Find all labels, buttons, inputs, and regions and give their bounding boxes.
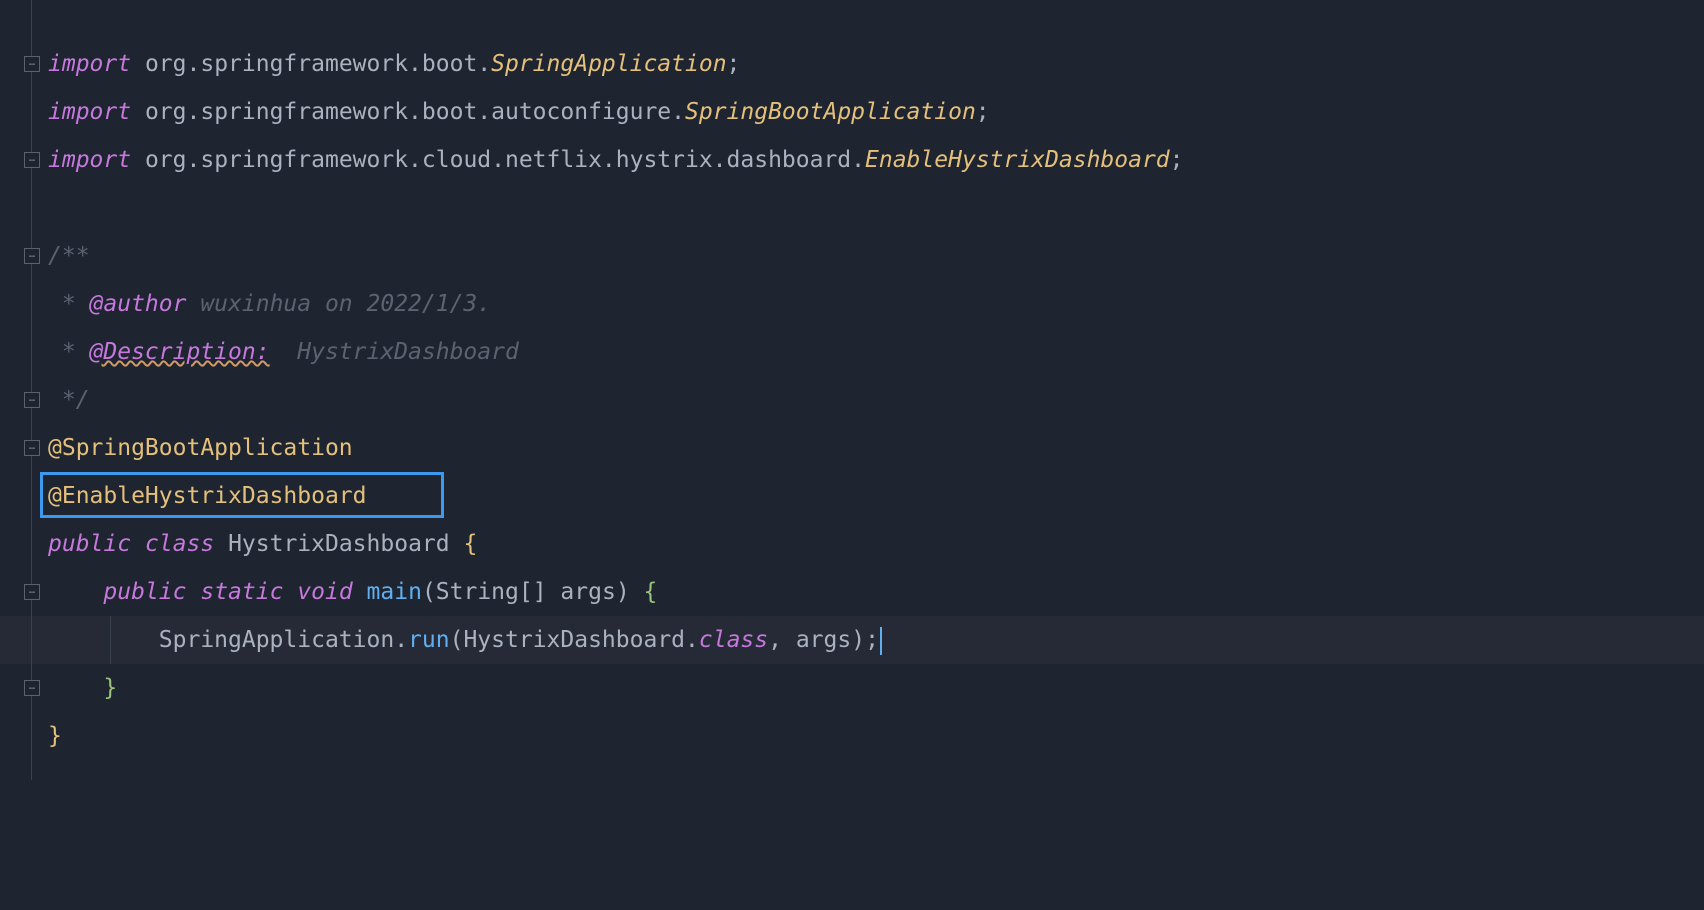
argument: args [782, 627, 851, 653]
doc-desc-text: HystrixDashboard [270, 339, 519, 365]
code-line[interactable]: @EnableHystrixDashboard [48, 472, 1704, 520]
brace-close: } [48, 723, 62, 749]
brace-open: { [644, 579, 658, 605]
keyword-void: void [297, 579, 352, 605]
doc-comment-open: /** [48, 243, 90, 269]
semicolon: ; [865, 627, 879, 653]
code-line[interactable]: /** [48, 232, 1704, 280]
doc-comment-close: */ [48, 387, 90, 413]
code-line[interactable]: public class HystrixDashboard { [48, 520, 1704, 568]
code-line[interactable]: @SpringBootApplication [48, 424, 1704, 472]
doc-author-text: wuxinhua on 2022/1/3. [186, 291, 491, 317]
blank-line[interactable] [48, 184, 1704, 232]
text-cursor [880, 627, 882, 655]
doc-tag-author: @author [90, 291, 187, 317]
comma: , [768, 627, 782, 653]
indent [48, 675, 103, 701]
code-line[interactable]: * @Description: HystrixDashboard [48, 328, 1704, 376]
code-line[interactable]: SpringApplication.run(HystrixDashboard.c… [48, 616, 1704, 664]
code-line[interactable]: } [48, 712, 1704, 760]
paren-close: ) [616, 579, 630, 605]
code-line[interactable]: } [48, 664, 1704, 712]
code-editor[interactable]: − − − − − − − import org.springframework… [0, 0, 1704, 760]
class-reference: SpringApplication [159, 627, 394, 653]
annotation-enablehystrix: @EnableHystrixDashboard [48, 483, 367, 509]
keyword-class: class [145, 531, 214, 557]
class-reference: HystrixDashboard [463, 627, 685, 653]
keyword-static: static [200, 579, 283, 605]
semicolon: ; [1170, 147, 1184, 173]
paren-close: ) [851, 627, 865, 653]
annotation-springboot: @SpringBootApplication [48, 435, 353, 461]
package-path: org.springframework.boot. [145, 51, 491, 77]
dot: . [394, 627, 408, 653]
code-line[interactable]: import org.springframework.boot.autoconf… [48, 88, 1704, 136]
code-line[interactable]: * @author wuxinhua on 2022/1/3. [48, 280, 1704, 328]
fold-minus-icon[interactable]: − [24, 584, 40, 600]
keyword-class: class [699, 627, 768, 653]
dot: . [685, 627, 699, 653]
fold-minus-icon[interactable]: − [24, 152, 40, 168]
keyword-import: import [48, 99, 131, 125]
class-reference: SpringApplication [491, 51, 726, 77]
code-line[interactable]: import org.springframework.cloud.netflix… [48, 136, 1704, 184]
fold-minus-icon[interactable]: − [24, 680, 40, 696]
keyword-import: import [48, 51, 131, 77]
paren-open: ( [450, 627, 464, 653]
package-path: org.springframework.boot.autoconfigure. [145, 99, 685, 125]
code-line[interactable]: public static void main(String[] args) { [48, 568, 1704, 616]
fold-minus-icon[interactable]: − [24, 56, 40, 72]
brace-close: } [103, 675, 117, 701]
code-line[interactable]: import org.springframework.boot.SpringAp… [48, 40, 1704, 88]
fold-minus-icon[interactable]: − [24, 440, 40, 456]
indent [48, 579, 103, 605]
doc-prefix: * [48, 339, 90, 365]
doc-tag-description: @Description: [90, 339, 270, 365]
method-name: main [367, 579, 422, 605]
semicolon: ; [976, 99, 990, 125]
indent-guide [110, 616, 111, 664]
class-reference: EnableHystrixDashboard [865, 147, 1170, 173]
fold-minus-icon[interactable]: − [24, 248, 40, 264]
semicolon: ; [727, 51, 741, 77]
keyword-import: import [48, 147, 131, 173]
doc-prefix: * [48, 291, 90, 317]
brace-open: { [463, 531, 477, 557]
package-path: org.springframework.cloud.netflix.hystri… [145, 147, 865, 173]
fold-minus-icon[interactable]: − [24, 392, 40, 408]
indent [48, 627, 159, 653]
paren-open: ( [422, 579, 436, 605]
param-type: String[] [436, 579, 547, 605]
keyword-public: public [103, 579, 186, 605]
class-name: HystrixDashboard [228, 531, 450, 557]
fold-gutter: − − − − − − − [0, 40, 44, 800]
keyword-public: public [48, 531, 131, 557]
code-line[interactable]: */ [48, 376, 1704, 424]
class-reference: SpringBootApplication [685, 99, 976, 125]
param-name: args [547, 579, 616, 605]
method-call: run [408, 627, 450, 653]
